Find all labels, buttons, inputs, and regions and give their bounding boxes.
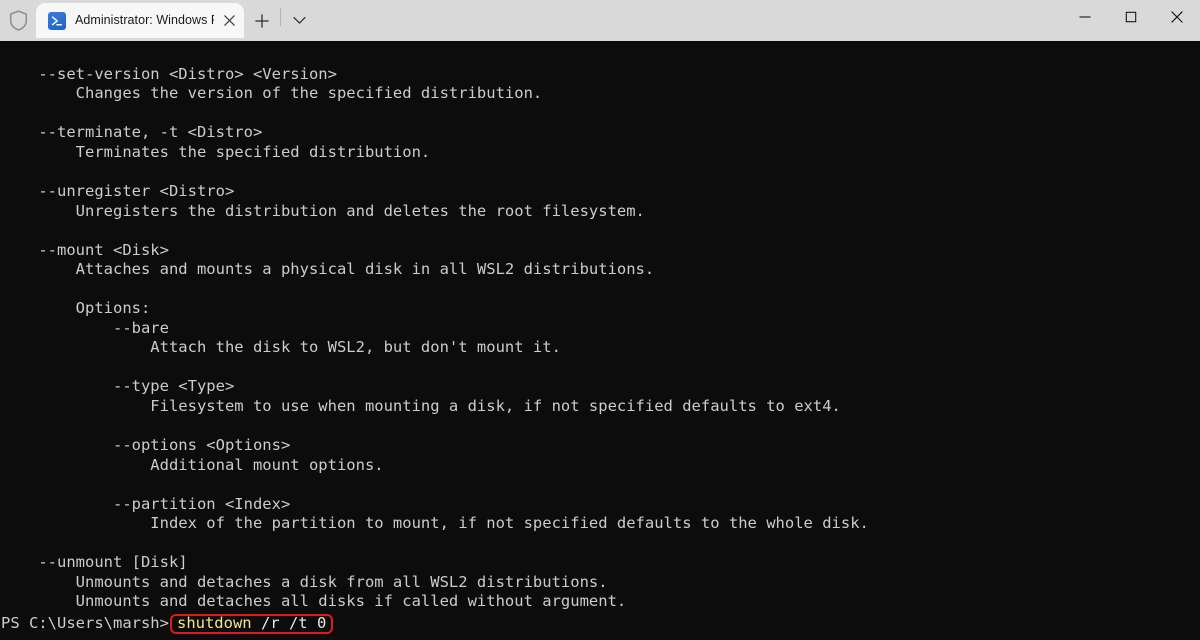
plus-icon (255, 13, 269, 28)
tab-administrator-windows-powershell[interactable]: Administrator: Windows Powe (36, 3, 244, 38)
minimize-button[interactable] (1062, 0, 1108, 33)
command-keyword: shutdown (176, 613, 252, 632)
terminal-line: Options: (1, 299, 151, 318)
tab-dropdown-button[interactable] (281, 3, 317, 38)
terminal-line: Additional mount options. (1, 455, 384, 474)
terminal-line: Index of the partition to mount, if not … (1, 514, 869, 533)
tab-close-icon[interactable] (214, 3, 244, 38)
chevron-down-icon (292, 16, 306, 25)
terminal-line: --unregister <Distro> (1, 181, 235, 200)
command-arguments: /r /t 0 (251, 613, 327, 632)
terminal-line: Unmounts and detaches all disks if calle… (1, 592, 627, 611)
maximize-icon (1125, 11, 1137, 23)
terminal-line: --partition <Index> (1, 494, 291, 513)
maximize-button[interactable] (1108, 0, 1154, 33)
shield-icon (0, 0, 36, 41)
window-controls (1062, 0, 1200, 41)
terminal-output-lines: --set-version <Distro> <Version> Changes… (0, 65, 1200, 612)
window-close-button[interactable] (1154, 0, 1200, 33)
terminal-line: Attaches and mounts a physical disk in a… (1, 260, 655, 279)
title-bar: Administrator: Windows Powe (0, 0, 1200, 41)
terminal-line: --terminate, -t <Distro> (1, 123, 263, 142)
terminal-line: --mount <Disk> (1, 240, 169, 259)
terminal-prompt-line: PS C:\Users\marsh> shutdown /r /t 0 (0, 612, 1200, 636)
close-icon (1171, 10, 1183, 23)
tab-title: Administrator: Windows Powe (75, 13, 214, 27)
terminal-line: Attach the disk to WSL2, but don't mount… (1, 338, 561, 357)
terminal-line: --options <Options> (1, 436, 291, 455)
terminal-scroll-content: --set-version <Distro> <Version> Changes… (0, 65, 1200, 640)
terminal-line: Terminates the specified distribution. (1, 142, 431, 161)
powershell-terminal-window: Administrator: Windows Powe (0, 0, 1200, 640)
terminal-line: Unmounts and detaches a disk from all WS… (1, 572, 608, 591)
terminal-line: Filesystem to use when mounting a disk, … (1, 396, 841, 415)
tab-strip: Administrator: Windows Powe (0, 0, 317, 41)
powershell-icon (48, 11, 66, 30)
prompt-path: PS C:\Users\marsh> (1, 614, 169, 633)
terminal-line: --unmount [Disk] (1, 553, 188, 572)
terminal-line: --type <Type> (1, 377, 235, 396)
terminal-line: --bare (1, 318, 169, 337)
terminal-line: --set-version <Distro> <Version> (1, 64, 337, 83)
highlighted-command-box: shutdown /r /t 0 (169, 613, 334, 634)
new-tab-button[interactable] (244, 3, 280, 38)
terminal-line: Changes the version of the specified dis… (1, 84, 543, 103)
terminal-line: Unregisters the distribution and deletes… (1, 201, 645, 220)
minimize-icon (1079, 11, 1091, 23)
terminal-output-area[interactable]: --set-version <Distro> <Version> Changes… (0, 41, 1200, 640)
